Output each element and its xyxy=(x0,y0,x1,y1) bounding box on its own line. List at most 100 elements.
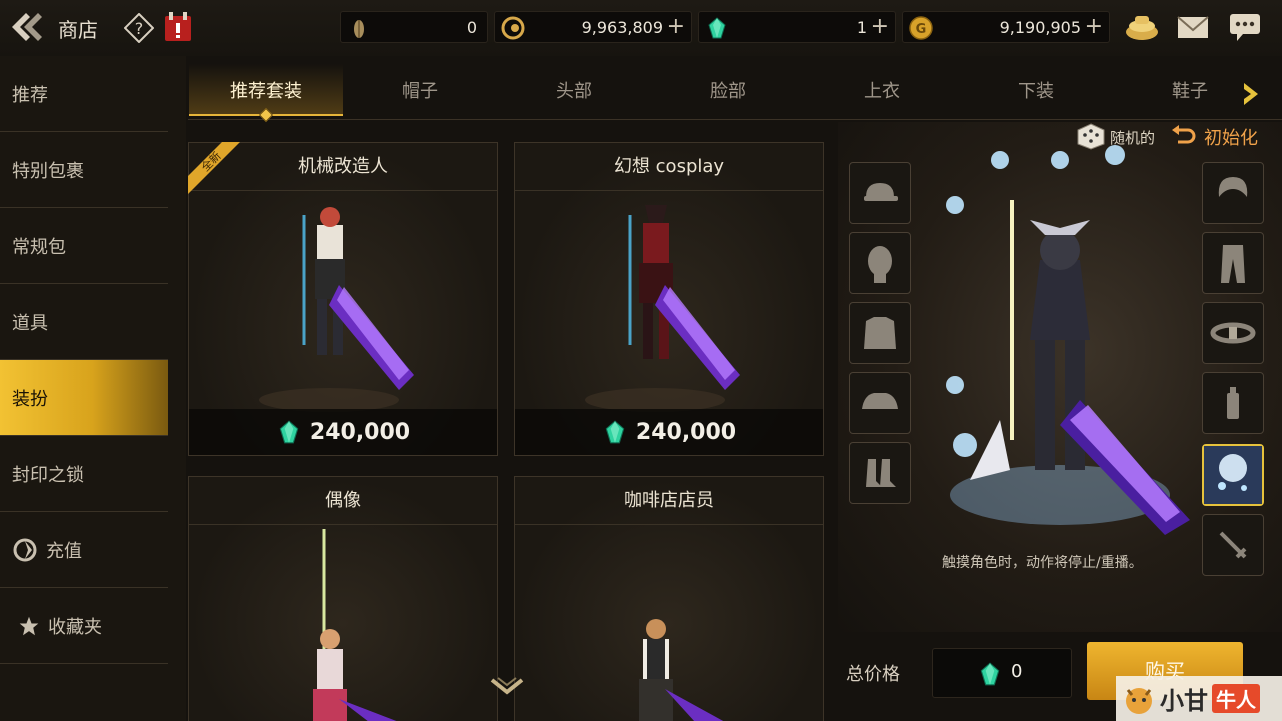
reset-icon[interactable] xyxy=(1170,124,1196,148)
shoes-slot-icon xyxy=(866,459,896,487)
tab-label: 上衣 xyxy=(864,81,900,102)
product-price: 240,000 xyxy=(515,409,823,455)
product-title: 咖啡店店员 xyxy=(515,477,823,525)
sidebar-item-recharge[interactable]: 充值 xyxy=(0,512,168,588)
sidebar-item-items[interactable]: 道具 xyxy=(0,284,168,360)
tabs-next-arrow-icon[interactable] xyxy=(1238,80,1262,108)
recharge-icon xyxy=(13,538,37,561)
sidebar-item-label: 常规包 xyxy=(12,236,66,258)
gold-c-plus-icon[interactable]: + xyxy=(667,14,685,40)
cera-gem-icon xyxy=(279,420,299,444)
svg-text:?: ? xyxy=(135,19,144,38)
sidebar-item-label: 充值 xyxy=(46,540,82,562)
hair-slot[interactable] xyxy=(1202,162,1264,224)
costume-preview-image xyxy=(259,207,414,412)
dice-icon[interactable] xyxy=(1076,122,1106,150)
sidebar-item-regular-package[interactable]: 常规包 xyxy=(0,208,168,284)
tab-top[interactable]: 上衣 xyxy=(805,64,959,116)
sidebar: 推荐 特别包裹 常规包 道具 装扮 封印之锁 充值 收藏夹 xyxy=(0,56,186,721)
reset-label[interactable]: 初始化 xyxy=(1204,124,1258,150)
product-title: 幻想 cosplay xyxy=(515,143,823,191)
tab-head[interactable]: 头部 xyxy=(497,64,651,116)
head-slot-icon xyxy=(868,246,892,283)
costume-preview-image xyxy=(639,619,724,721)
hat-slot[interactable] xyxy=(849,162,911,224)
tab-face[interactable]: 脸部 xyxy=(651,64,805,116)
price-value: 240,000 xyxy=(309,419,411,445)
product-card[interactable]: 幻想 cosplay 240,000 xyxy=(514,142,824,456)
cera-value: 1 xyxy=(856,18,867,37)
sidebar-item-recommend[interactable]: 推荐 xyxy=(0,56,168,132)
price-value: 240,000 xyxy=(635,419,737,445)
watermark-text: 牛人 xyxy=(1212,684,1260,713)
active-tab-marker xyxy=(258,107,274,123)
preview-hint-text: 触摸角色时，动作将停止/重播。 xyxy=(942,555,1143,571)
top-slot[interactable] xyxy=(849,302,911,364)
head-slot[interactable] xyxy=(849,232,911,294)
tab-recommended-sets[interactable]: 推荐套装 xyxy=(189,64,343,123)
weapon-slot[interactable] xyxy=(1202,514,1264,576)
tab-label: 脸部 xyxy=(710,81,746,102)
tab-bottom[interactable]: 下装 xyxy=(959,64,1113,116)
random-label[interactable]: 随机的 xyxy=(1110,127,1155,148)
gold-coin-icon: G xyxy=(909,16,933,40)
total-price-label: 总价格 xyxy=(846,664,900,685)
sidebar-item-seal-lock[interactable]: 封印之锁 xyxy=(0,436,168,512)
mail-icon[interactable] xyxy=(1175,10,1211,44)
fatigue-icon xyxy=(354,20,364,38)
sidebar-item-label: 推荐 xyxy=(12,84,48,106)
spray-slot-icon xyxy=(1227,387,1239,419)
pants-slot-icon xyxy=(1221,245,1245,283)
watermark-logo: 小甘 牛人 xyxy=(1116,676,1282,721)
gold-coin-currency: G 9,190,905 + xyxy=(902,11,1110,43)
costume-preview-image xyxy=(313,529,397,721)
total-price-value: 0 xyxy=(1011,661,1023,682)
gold-coin-plus-icon[interactable]: + xyxy=(1085,14,1103,40)
tab-label: 推荐套装 xyxy=(230,81,302,102)
sidebar-item-favorites[interactable]: 收藏夹 xyxy=(0,588,168,664)
tab-label: 头部 xyxy=(556,81,592,102)
fatigue-currency: 0 xyxy=(340,11,488,43)
product-card[interactable]: 偶像 xyxy=(188,476,498,721)
character-preview-image[interactable] xyxy=(930,140,1200,540)
sidebar-item-label: 收藏夹 xyxy=(48,616,102,638)
aura-slot[interactable] xyxy=(1202,444,1264,506)
product-card[interactable]: 机械改造人 全新 240,000 xyxy=(188,142,498,456)
product-card[interactable]: 咖啡店店员 xyxy=(514,476,824,721)
cera-gem-icon xyxy=(980,662,1000,686)
cera-gem-icon xyxy=(605,420,625,444)
gold-c-icon xyxy=(501,16,525,40)
scroll-down-chevron-icon[interactable] xyxy=(488,674,526,700)
belt-slot[interactable] xyxy=(1202,302,1264,364)
fatigue-value: 0 xyxy=(466,18,477,37)
tab-label: 鞋子 xyxy=(1172,81,1208,102)
back-icon[interactable] xyxy=(8,10,46,44)
hair-slot-icon xyxy=(1218,177,1248,197)
treasure-bowl-icon[interactable] xyxy=(1124,10,1160,44)
star-icon xyxy=(19,616,39,635)
cera-plus-icon[interactable]: + xyxy=(871,14,889,40)
calendar-icon[interactable] xyxy=(163,11,193,43)
sidebar-item-label: 封印之锁 xyxy=(12,464,84,486)
sidebar-item-avatar[interactable]: 装扮 xyxy=(0,360,168,436)
belt-slot-icon xyxy=(1210,322,1256,344)
cera-currency: 1 + xyxy=(698,11,896,43)
gold-c-value: 9,963,809 xyxy=(581,18,663,37)
weapon-slot-icon xyxy=(1219,531,1247,559)
shoulder-slot[interactable] xyxy=(849,372,911,434)
product-price: 240,000 xyxy=(189,409,497,455)
chat-icon[interactable] xyxy=(1227,10,1263,44)
cera-gem-icon xyxy=(708,17,726,39)
spray-slot[interactable] xyxy=(1202,372,1264,434)
gold-c-currency: 9,963,809 + xyxy=(494,11,692,43)
help-icon[interactable]: ? xyxy=(124,13,154,43)
svg-text:G: G xyxy=(916,22,927,37)
top-bar: 商店 ? 0 9,963,809 + 1 + G 9,190,905 + xyxy=(0,0,1282,56)
product-title: 偶像 xyxy=(189,477,497,525)
tab-hat[interactable]: 帽子 xyxy=(343,64,497,116)
sidebar-item-special-package[interactable]: 特别包裹 xyxy=(0,132,168,208)
page-title: 商店 xyxy=(58,18,98,42)
pants-slot[interactable] xyxy=(1202,232,1264,294)
new-badge: 全新 xyxy=(188,142,244,198)
shoes-slot[interactable] xyxy=(849,442,911,504)
